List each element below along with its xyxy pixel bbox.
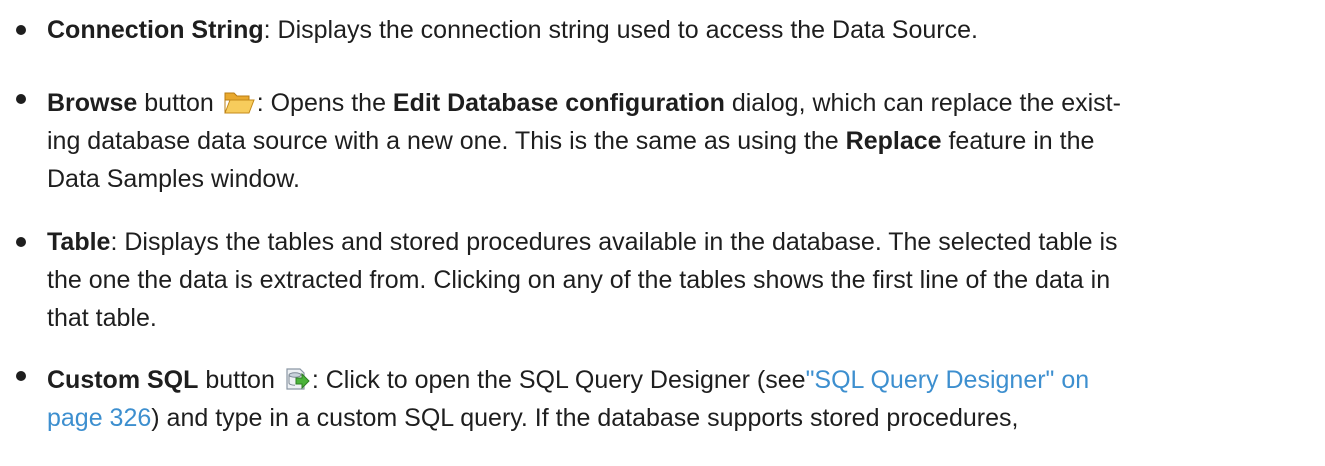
item-text: Connection String: Displays the connecti… <box>47 11 1317 49</box>
link-sql-query-designer[interactable]: "SQL Query Designer" on <box>806 366 1090 394</box>
term-custom-sql: Custom SQL <box>47 366 199 394</box>
bullet-icon <box>16 94 26 104</box>
bullet-icon <box>16 237 26 247</box>
term-table: Table <box>47 228 111 256</box>
dialog-name: Edit Database configuration <box>392 89 725 117</box>
database-arrow-icon <box>284 365 310 403</box>
folder-open-icon <box>223 88 255 126</box>
bullet-icon <box>16 371 26 381</box>
item-text: Table: Displays the tables and stored pr… <box>47 228 1118 332</box>
feature-replace: Replace <box>845 127 942 155</box>
bullet-icon <box>16 25 26 35</box>
term-browse: Browse <box>47 89 138 117</box>
description: : Displays the connection string used to… <box>263 16 978 44</box>
link-page-326[interactable]: page 326 <box>47 404 151 432</box>
item-text: Custom SQL button : Click to open the SQ… <box>47 365 1090 432</box>
item-text: Browse button : Opens the Edit Database … <box>47 88 1121 193</box>
term-connection-string: Connection String <box>47 16 264 44</box>
